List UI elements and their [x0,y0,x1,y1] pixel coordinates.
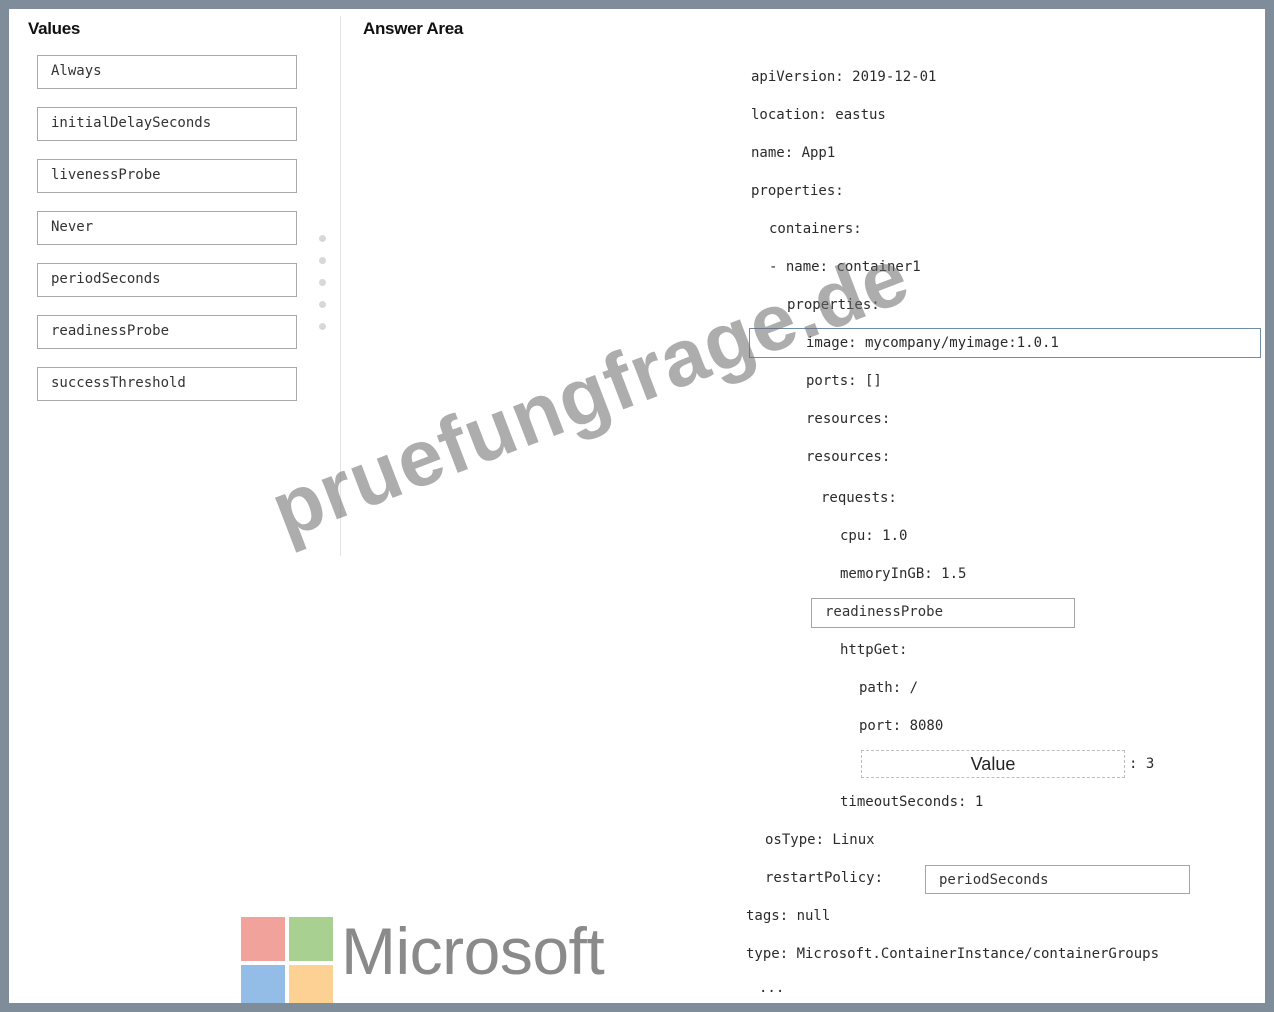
logo-square-red [241,917,285,961]
yaml-restart-policy: restartPolicy: [765,870,884,886]
yaml-cpu: cpu: 1.0 [840,528,908,544]
yaml-properties: properties: [751,183,844,199]
microsoft-wordmark: Microsoft [341,914,605,988]
watermark-text: pruefungfrage.de [259,230,921,556]
value-always[interactable]: Always [37,55,297,89]
microsoft-logo-icon [241,917,333,1003]
yaml-tags: tags: null [746,908,831,924]
value-never[interactable]: Never [37,211,297,245]
value-period-seconds[interactable]: periodSeconds [37,263,297,297]
yaml-type: type: Microsoft.ContainerInstance/contai… [746,946,1160,962]
yaml-memory: memoryInGB: 1.5 [840,566,967,582]
probe-drop-slot[interactable]: readinessProbe [811,598,1075,628]
yaml-container-name: - name: container1 [769,259,921,275]
logo-square-green [289,917,333,961]
yaml-name: name: App1 [751,145,836,161]
value-readiness-probe[interactable]: readinessProbe [37,315,297,349]
values-heading: Values [28,19,81,38]
yaml-resources-1: resources: [806,411,891,427]
yaml-container-properties: properties: [787,297,880,313]
yaml-ports: ports: [] [806,373,882,389]
logo-square-yellow [289,965,333,1003]
yaml-containers: containers: [769,221,862,237]
value-success-threshold[interactable]: successThreshold [37,367,297,401]
pane-divider [340,16,341,556]
answer-area-heading: Answer Area [363,19,464,38]
yaml-timeout: timeoutSeconds: 1 [840,794,984,810]
yaml-api-version: apiVersion: 2019-12-01 [751,69,937,85]
yaml-location: location: eastus [751,107,886,123]
yaml-os-type: osType: Linux [765,832,875,848]
yaml-resources-2: resources: [806,449,891,465]
restart-policy-drop-slot[interactable]: periodSeconds [925,865,1190,894]
yaml-http-get: httpGet: [840,642,908,658]
value-liveness-probe[interactable]: livenessProbe [37,159,297,193]
yaml-image: image: mycompany/myimage:1.0.1 [806,335,1059,351]
threshold-drop-slot[interactable]: Value [861,750,1125,778]
yaml-value-suffix: : 3 [1129,756,1155,772]
yaml-path: path: / [859,680,919,696]
yaml-ellipsis: ... [759,980,785,996]
drag-handle-icon[interactable] [319,235,326,345]
yaml-requests: requests: [821,490,897,506]
exam-question-frame: Values Answer Area Always initialDelaySe… [9,9,1265,1003]
value-initial-delay-seconds[interactable]: initialDelaySeconds [37,107,297,141]
logo-square-blue [241,965,285,1003]
yaml-port: port: 8080 [859,718,944,734]
